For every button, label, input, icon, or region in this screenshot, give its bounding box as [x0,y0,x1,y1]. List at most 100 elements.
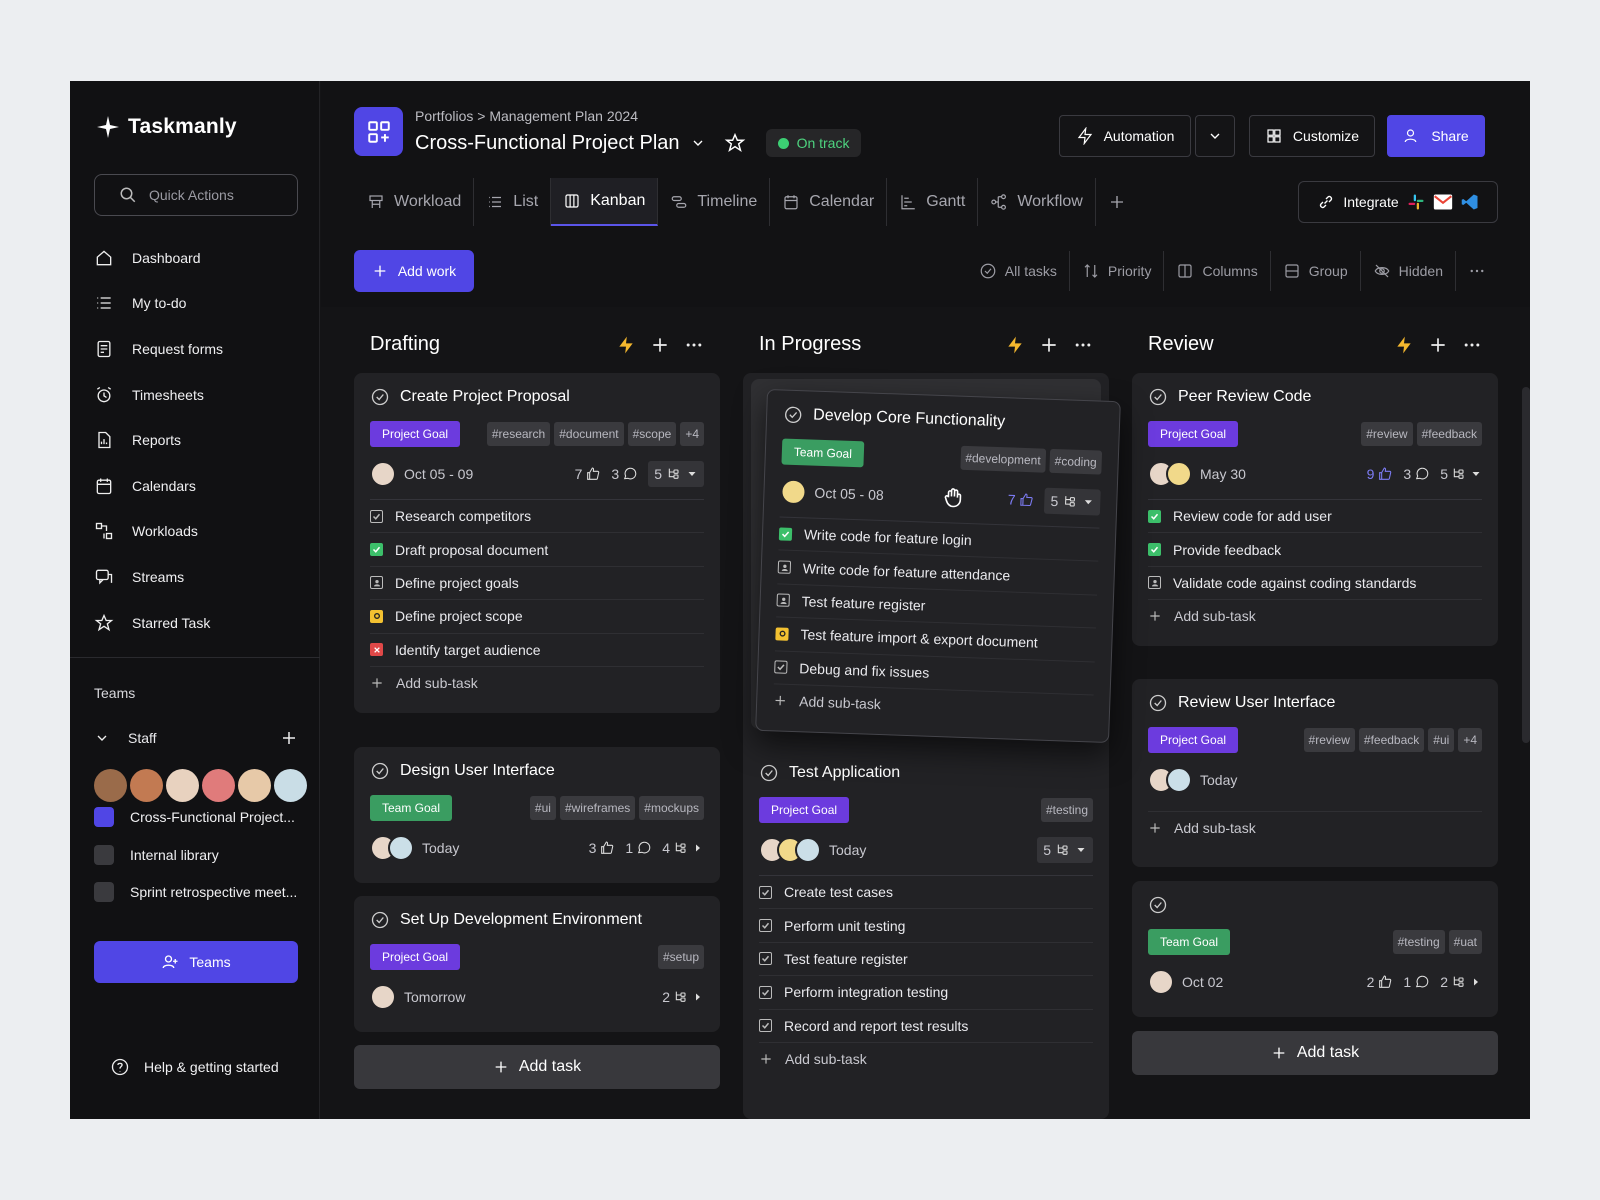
goal-badge[interactable]: Project Goal [1148,727,1239,753]
subtask-toggle[interactable]: 2 [1440,974,1482,990]
thumbs-up-icon[interactable] [585,466,601,482]
check-circle-icon[interactable] [1148,895,1168,915]
check-circle-icon[interactable] [370,910,390,930]
goal-badge[interactable]: Team Goal [781,438,865,468]
subtask-row[interactable]: Test feature register [759,941,1093,975]
subtask-row[interactable]: Define project scope [370,599,704,632]
tag[interactable]: #development [959,445,1047,473]
more-icon[interactable] [1073,335,1093,355]
tag[interactable]: #feedback [1358,728,1425,752]
checkbox-in-progress[interactable] [775,627,789,641]
task-card[interactable]: Design User Interface Team Goal #ui #wire… [354,747,720,883]
more-icon[interactable] [1462,335,1482,355]
avatar[interactable] [370,984,396,1010]
sidebar-item-workloads[interactable]: Workloads [94,509,304,555]
check-circle-icon[interactable] [1148,693,1168,713]
chevron-down-icon[interactable] [690,135,706,151]
chevron-down-icon[interactable] [94,730,110,746]
project-internal-library[interactable]: Internal library [94,845,314,865]
tag[interactable]: #review [1361,422,1413,446]
tag[interactable]: #uat [1448,930,1482,954]
star-icon[interactable] [724,132,746,154]
add-task-button[interactable]: Add task [1132,1031,1498,1075]
thumbs-up-icon[interactable] [599,840,615,856]
check-circle-icon[interactable] [783,405,804,426]
sidebar-item-calendars[interactable]: Calendars [94,463,304,509]
columns-option[interactable]: Columns [1164,251,1271,291]
avatar[interactable] [202,769,235,802]
subtask-row[interactable]: Draft proposal document [370,532,704,565]
subtask-toggle[interactable]: 5 [1440,466,1482,482]
check-circle-icon[interactable] [759,763,779,783]
tag[interactable]: #research [486,422,551,446]
lightning-icon[interactable] [1394,335,1414,355]
task-card[interactable]: Set Up Development Environment Project G… [354,896,720,1032]
goal-badge[interactable]: Team Goal [1148,929,1231,955]
task-card[interactable]: Team Goal #testing #uat Oct 02 2 1 2 [1132,881,1498,1017]
sidebar-item-my-todo[interactable]: My to-do [94,281,304,327]
tab-workload[interactable]: Workload [355,178,475,226]
status-badge[interactable]: On track [765,129,862,157]
breadcrumb[interactable]: Portfolios > Management Plan 2024 [415,108,638,124]
tab-timeline[interactable]: Timeline [658,178,771,226]
lightning-icon[interactable] [616,335,636,355]
add-tab-button[interactable] [1096,178,1138,226]
avatar[interactable] [274,769,307,802]
subtask-toggle[interactable]: 5 [648,461,704,487]
tag[interactable]: #feedback [1416,422,1482,446]
app-logo[interactable]: Taskmanly [96,115,237,139]
project-sprint-retrospective[interactable]: Sprint retrospective meet... [94,882,314,902]
quick-actions-search[interactable]: Quick Actions [94,174,298,216]
automation-button[interactable]: Automation [1059,115,1191,157]
plus-icon[interactable] [650,335,670,355]
subtask-row[interactable]: Identify target audience [370,632,704,666]
subtask-row[interactable]: Record and report test results [759,1008,1093,1042]
avatar[interactable] [780,478,807,506]
subtask-row[interactable]: Validate code against coding standards [1148,565,1482,599]
tab-gantt[interactable]: Gantt [887,178,979,226]
checkbox-in-progress[interactable] [370,609,383,623]
checkbox-done[interactable] [774,660,788,675]
comment-icon[interactable] [622,466,638,482]
subtask-toggle[interactable]: 4 [662,840,704,856]
checkbox-assigned[interactable] [777,560,792,574]
avatar[interactable] [388,835,414,861]
customize-button[interactable]: Customize [1249,115,1375,157]
more-tags-badge[interactable]: +4 [1458,728,1482,752]
integrate-button[interactable]: Integrate [1298,181,1498,223]
subtask-toggle[interactable]: 5 [1037,837,1093,863]
group-option[interactable]: Group [1271,251,1361,291]
subtask-row[interactable]: Provide feedback [1148,532,1482,565]
add-subtask-button[interactable]: Add sub-task [1148,811,1482,844]
subtask-toggle[interactable]: 2 [662,989,704,1005]
tab-list[interactable]: List [474,178,552,226]
tag[interactable]: #review [1303,728,1355,752]
sidebar-item-dashboard[interactable]: Dashboard [94,235,304,281]
avatar[interactable] [238,769,271,802]
task-card[interactable]: Peer Review Code Project Goal #review #fe… [1132,373,1498,647]
subtask-row[interactable]: Create test cases [759,875,1093,908]
staff-group[interactable]: Staff [94,729,298,747]
tag[interactable]: #document [554,422,624,446]
avatar[interactable] [94,769,127,802]
checkbox-done[interactable] [759,985,772,999]
automation-dropdown-button[interactable] [1195,115,1235,157]
horizontal-scroll-peek[interactable] [1522,387,1530,743]
goal-badge[interactable]: Project Goal [1148,421,1239,447]
tag[interactable]: #coding [1049,448,1103,475]
plus-icon[interactable] [280,729,298,747]
checkbox-done[interactable] [759,885,772,899]
add-work-button[interactable]: Add work [354,250,474,292]
hidden-option[interactable]: Hidden [1361,251,1456,291]
checkbox-checked[interactable] [1148,509,1161,523]
checkbox-done[interactable] [759,1019,772,1033]
checkbox-checked[interactable] [1148,543,1161,557]
task-card[interactable]: Test Application Project Goal #testing T… [743,689,1109,1089]
lightning-icon[interactable] [1005,335,1025,355]
avatar[interactable] [1166,461,1192,487]
tab-kanban[interactable]: Kanban [551,178,659,226]
tag[interactable]: #testing [1040,798,1093,822]
tag[interactable]: #scope [627,422,677,446]
checkbox-blocked[interactable] [370,643,383,657]
more-icon[interactable] [684,335,704,355]
